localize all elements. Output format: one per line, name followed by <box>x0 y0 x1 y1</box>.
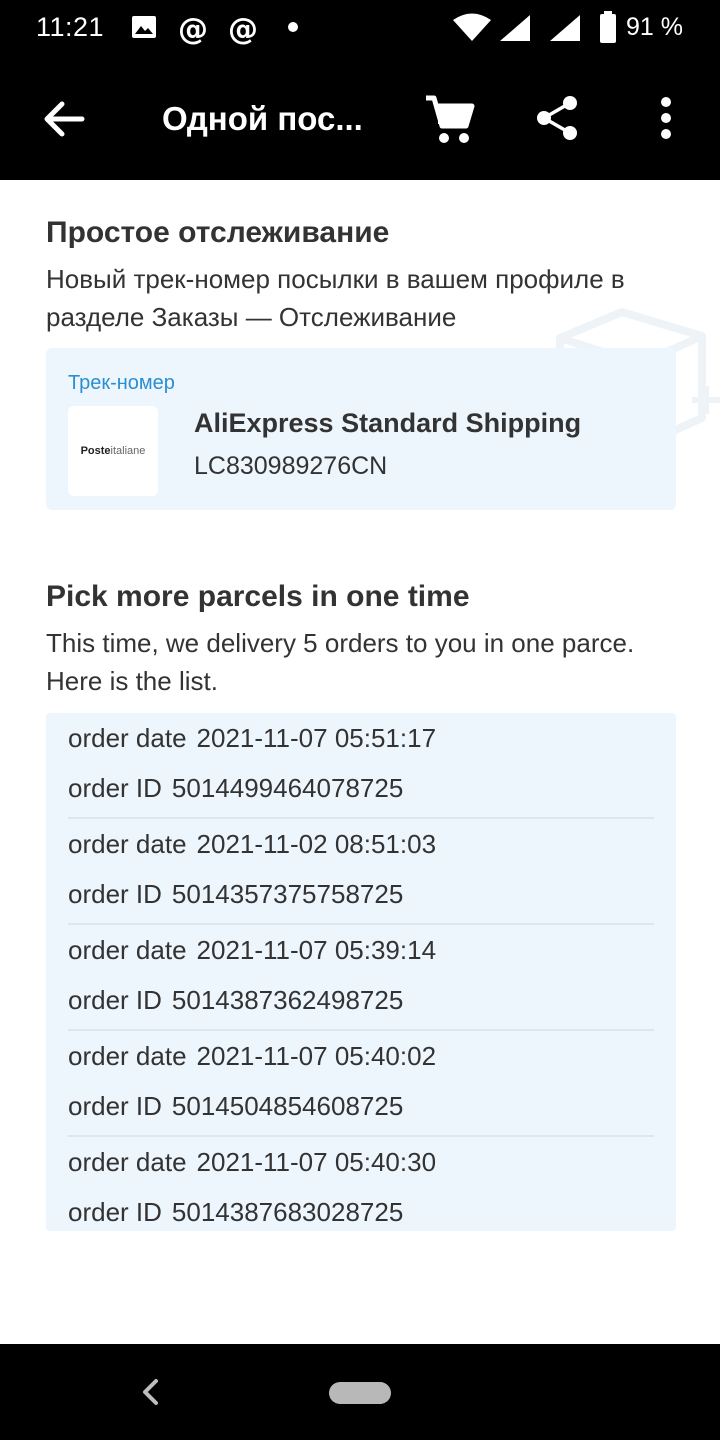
order-id-label: order ID <box>68 1091 162 1121</box>
parcels-title: Pick more parcels in one time <box>46 580 470 613</box>
email-notification-icon-2: @ <box>228 13 258 47</box>
order-item[interactable]: order date 2021-11-07 05:51:17 order ID 50… <box>68 713 654 819</box>
nav-back-icon[interactable] <box>138 1378 164 1406</box>
status-bar: 11:21 @ @ 91 % <box>0 0 720 56</box>
cart-icon[interactable] <box>422 92 478 148</box>
order-date-label: order date <box>68 935 187 965</box>
home-pill[interactable] <box>329 1382 391 1404</box>
order-date: 2021-11-07 05:39:14 <box>196 935 437 965</box>
order-id-label: order ID <box>68 879 162 909</box>
more-notifications-dot-icon <box>288 22 298 32</box>
tracking-number[interactable]: LC830989276CN <box>194 452 387 481</box>
order-item[interactable]: order date 2021-11-07 05:39:14 order ID 50… <box>68 925 654 1031</box>
svg-text:@: @ <box>178 13 208 47</box>
order-id-label: order ID <box>68 1197 162 1227</box>
app-bar: Одной пос... <box>0 56 720 180</box>
share-icon[interactable] <box>534 94 582 142</box>
order-item[interactable]: order date 2021-11-02 08:51:03 order ID 50… <box>68 819 654 925</box>
order-id-label: order ID <box>68 985 162 1015</box>
order-id: 5014499464078725 <box>171 773 404 803</box>
battery-percent: 91 % <box>626 13 683 41</box>
order-date: 2021-11-07 05:40:30 <box>196 1147 437 1177</box>
simple-tracking-description: Новый трек-номер посылки в вашем профиле… <box>46 264 625 332</box>
order-date-label: order date <box>68 1147 187 1177</box>
signal-icon-2 <box>550 15 580 41</box>
order-id-label: order ID <box>68 773 162 803</box>
order-item[interactable]: order date 2021-11-07 05:40:02 order ID 50… <box>68 1031 654 1137</box>
email-notification-icon: @ <box>178 13 208 47</box>
carrier-logo: Poste italiane <box>68 406 158 496</box>
content: Простое отслеживание Новый трек-номер по… <box>0 180 720 1344</box>
gallery-notification-icon <box>132 16 156 38</box>
page-title: Одной пос... <box>162 100 363 137</box>
signal-icon <box>500 15 530 41</box>
order-date: 2021-11-07 05:51:17 <box>196 723 437 753</box>
order-date: 2021-11-02 08:51:03 <box>196 829 437 859</box>
carrier-logo-bold: Poste <box>80 445 111 457</box>
order-id: 5014357375758725 <box>171 879 404 909</box>
order-date-label: order date <box>68 723 187 753</box>
orders-list: order date 2021-11-07 05:51:17 order ID 50… <box>46 713 676 1231</box>
system-nav-bar <box>0 1344 720 1440</box>
order-item[interactable]: order date 2021-11-07 05:40:30 order ID 50… <box>68 1137 654 1243</box>
tracking-card[interactable]: Трек-номер Poste italiane AliExpress Stan… <box>46 348 676 510</box>
parcels-description: This time, we delivery 5 orders to you i… <box>46 628 635 696</box>
order-id: 5014387362498725 <box>171 985 404 1015</box>
order-id: 5014387683028725 <box>171 1197 404 1227</box>
shipping-method: AliExpress Standard Shipping <box>194 408 582 438</box>
battery-icon <box>600 11 616 43</box>
order-date-label: order date <box>68 1041 187 1071</box>
order-date-label: order date <box>68 829 187 859</box>
simple-tracking-title: Простое отслеживание <box>46 216 390 249</box>
order-id: 5014504854608725 <box>171 1091 404 1121</box>
status-time: 11:21 <box>36 12 105 42</box>
wifi-icon <box>453 13 491 41</box>
svg-text:@: @ <box>228 13 258 47</box>
tracking-label: Трек-номер <box>68 372 175 394</box>
order-date: 2021-11-07 05:40:02 <box>196 1041 437 1071</box>
carrier-logo-light: italiane <box>110 445 146 457</box>
back-arrow-icon[interactable] <box>40 96 86 142</box>
more-options-icon[interactable] <box>650 96 682 140</box>
